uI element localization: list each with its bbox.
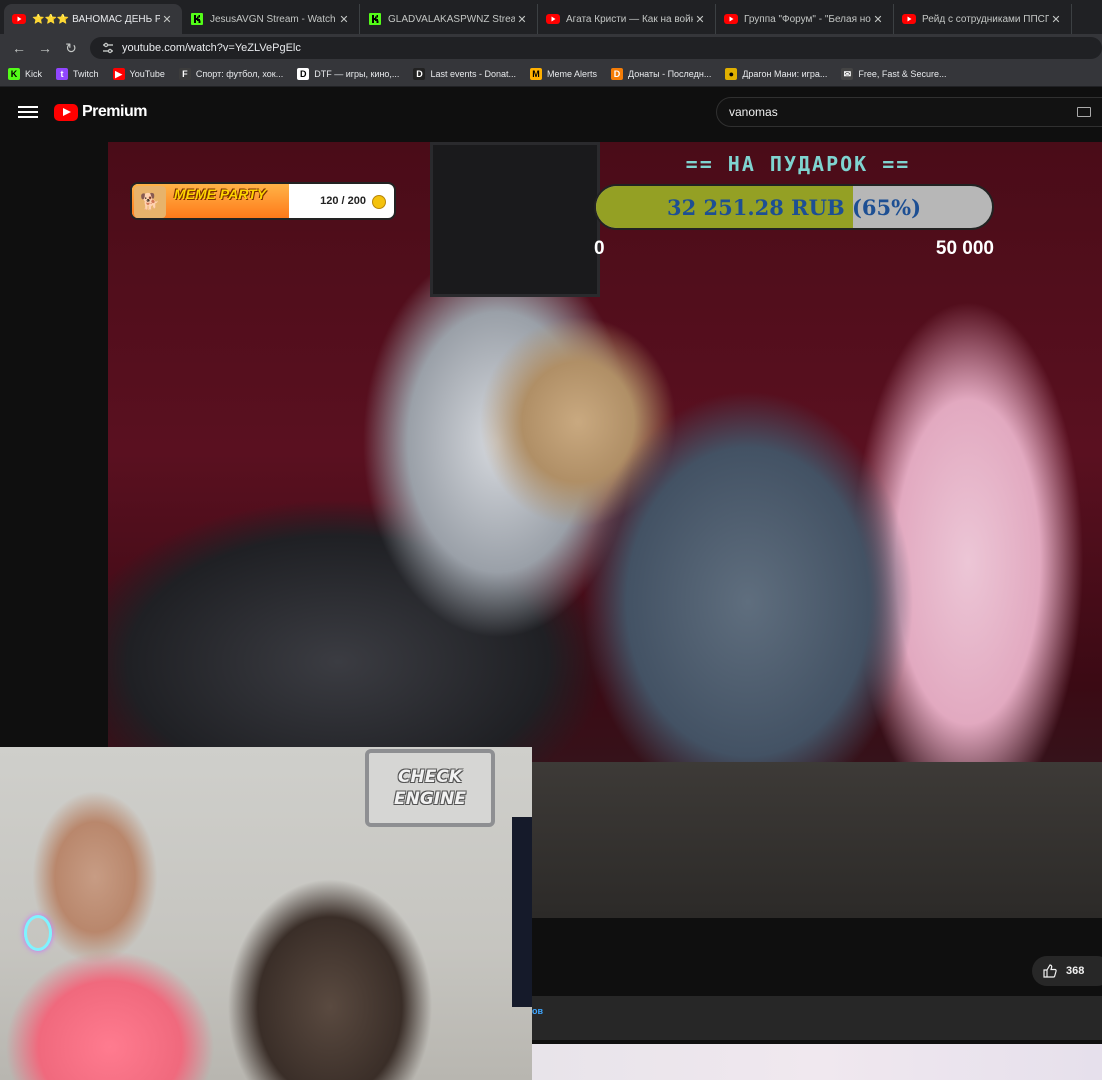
headset-led xyxy=(24,915,52,951)
donations-icon: D xyxy=(611,68,623,80)
site-info-icon[interactable] xyxy=(100,40,116,56)
reload-button[interactable]: ↻ xyxy=(58,36,84,60)
like-count: 368 xyxy=(1066,965,1085,977)
kick-favicon-icon xyxy=(190,12,204,26)
coin-icon xyxy=(372,195,386,209)
address-url: youtube.com/watch?v=YeZLVePgElc xyxy=(122,42,301,54)
thumbs-up-icon xyxy=(1042,963,1058,979)
kick-favicon-icon xyxy=(368,12,382,26)
bookmark-item[interactable]: M Meme Alerts xyxy=(529,68,597,80)
donat-icon: D xyxy=(413,68,426,80)
bookmark-label: Twitch xyxy=(73,69,99,79)
menu-icon[interactable] xyxy=(18,106,38,118)
sport-icon: F xyxy=(178,68,191,80)
check-engine-sign: CHECK ENGINE xyxy=(365,749,495,827)
bookmark-item[interactable]: ● Драгон Мани: игра... xyxy=(725,68,827,80)
forward-arrow-icon: → xyxy=(38,40,52,56)
youtube-favicon-icon xyxy=(724,12,738,26)
twitch-icon: t xyxy=(56,68,69,80)
bookmark-label: Донаты - Последн... xyxy=(628,69,712,79)
keyboard-icon[interactable] xyxy=(1077,107,1091,117)
search-query: vanomas xyxy=(729,105,778,119)
bookmark-item[interactable]: K Kick xyxy=(8,68,42,80)
bookmarks-bar: K Kick t Twitch ▶ YouTube F Спорт: футбол, хок.… xyxy=(0,62,1102,87)
logo-brand-text: Premium xyxy=(82,103,147,120)
youtube-favicon-icon xyxy=(546,12,560,26)
description-link[interactable]: ов xyxy=(532,1006,543,1016)
tab-close-icon[interactable]: ✕ xyxy=(871,13,885,26)
browser-toolbar: ← → ↻ youtube.com/watch?v=YeZLVePgElc xyxy=(0,34,1102,62)
recommendation-card[interactable] xyxy=(532,1044,1102,1080)
bookmark-label: Спорт: футбол, хок... xyxy=(195,69,284,79)
youtube-masthead: Premium vanomas xyxy=(0,88,1102,136)
bookmark-item[interactable]: F Спорт: футбол, хок... xyxy=(178,68,284,80)
tab-close-icon[interactable]: ✕ xyxy=(160,13,174,26)
bookmark-label: DTF — игры, кино,... xyxy=(314,69,400,79)
tab-title: JesusAVGN Stream - Watch Live xyxy=(210,13,337,25)
check-engine-line2: ENGINE xyxy=(394,789,466,809)
tab-close-icon[interactable]: ✕ xyxy=(1049,13,1063,26)
browser-tab[interactable]: Рейд с сотрудниками ППСП УМ✕ xyxy=(894,4,1072,34)
forward-button[interactable]: → xyxy=(32,36,58,60)
donation-goal-min: 0 xyxy=(594,238,605,259)
meme-party-title: MEME PARTY xyxy=(174,186,267,202)
youtube-icon: ▶ xyxy=(112,68,125,80)
desk xyxy=(528,762,1102,918)
webcam-monitor xyxy=(512,817,532,1007)
browser-tab-strip: ⭐⭐⭐ ВАНОМАС ДЕНЬ РОЖ✕JesusAVGN Stream - … xyxy=(0,0,1102,34)
back-arrow-icon: ← xyxy=(12,40,26,56)
bookmark-item[interactable]: D Донаты - Последн... xyxy=(611,68,711,80)
youtube-premium-logo[interactable]: Premium xyxy=(54,103,147,121)
donation-goal-amount: 32 251.28 RUB (65%) xyxy=(666,194,922,220)
check-engine-line1: CHECK xyxy=(398,767,462,787)
browser-tab[interactable]: JesusAVGN Stream - Watch Live✕ xyxy=(182,4,360,34)
bookmark-item[interactable]: ✉ Free, Fast & Secure... xyxy=(841,68,946,80)
tab-close-icon[interactable]: ✕ xyxy=(515,13,529,26)
bookmark-label: YouTube xyxy=(129,69,165,79)
tab-title: Агата Кристи — Как на войне xyxy=(566,13,693,25)
tab-title: GLADVALAKASPWNZ Stream - xyxy=(388,13,515,25)
tab-title: Группа "Форум" - "Белая ночь xyxy=(744,13,871,25)
bookmark-label: Kick xyxy=(25,69,43,79)
donation-goal-max: 50 000 xyxy=(935,238,994,259)
kick-icon: K xyxy=(8,68,20,80)
description-box[interactable] xyxy=(532,996,1102,1040)
bookmark-label: Meme Alerts xyxy=(546,69,597,79)
tab-close-icon[interactable]: ✕ xyxy=(693,13,707,26)
dragon-money-icon: ● xyxy=(725,68,738,80)
bookmark-item[interactable]: ▶ YouTube xyxy=(112,68,165,80)
back-button[interactable]: ← xyxy=(6,36,32,60)
bookmark-label: Free, Fast & Secure... xyxy=(858,69,947,79)
doge-icon: 🐕 xyxy=(134,186,166,218)
search-input[interactable]: vanomas xyxy=(716,97,1102,127)
youtube-play-icon xyxy=(54,103,78,121)
browser-tab[interactable]: Агата Кристи — Как на войне ✕ xyxy=(538,4,716,34)
meme-party-count: 120 / 200 xyxy=(320,195,366,207)
tab-title: ⭐⭐⭐ ВАНОМАС ДЕНЬ РОЖ xyxy=(32,13,160,25)
like-button[interactable]: 368 xyxy=(1032,956,1102,986)
youtube-favicon-icon xyxy=(902,12,916,26)
webcam-overlay: CHECK ENGINE xyxy=(0,747,532,1080)
bookmark-label: Драгон Мани: игра... xyxy=(742,69,828,79)
mail-icon: ✉ xyxy=(841,68,854,80)
browser-tab[interactable]: Группа "Форум" - "Белая ночь ✕ xyxy=(716,4,894,34)
donation-goal-bar: 32 251.28 RUB (65%) xyxy=(594,184,994,230)
bookmark-item[interactable]: D Last events - Donat... xyxy=(413,68,516,80)
address-bar[interactable]: youtube.com/watch?v=YeZLVePgElc xyxy=(90,37,1102,59)
bookmark-label: Last events - Donat... xyxy=(430,69,516,79)
youtube-favicon-icon xyxy=(12,12,26,26)
bookmark-item[interactable]: t Twitch xyxy=(56,68,99,80)
reload-icon: ↻ xyxy=(65,39,77,56)
background-monitor xyxy=(430,142,600,297)
tab-close-icon[interactable]: ✕ xyxy=(337,13,351,26)
dtf-icon: D xyxy=(297,68,310,80)
memealerts-icon: M xyxy=(529,68,542,80)
browser-tab[interactable]: GLADVALAKASPWNZ Stream - ✕ xyxy=(360,4,538,34)
donation-goal-title: == НА ПУДАРОК == xyxy=(685,152,911,176)
tab-title: Рейд с сотрудниками ППСП УМ xyxy=(922,13,1049,25)
bookmark-item[interactable]: D DTF — игры, кино,... xyxy=(297,68,399,80)
browser-tab[interactable]: ⭐⭐⭐ ВАНОМАС ДЕНЬ РОЖ✕ xyxy=(4,4,182,34)
meme-party-widget: 🐕 MEME PARTY 120 / 200 xyxy=(130,182,396,220)
